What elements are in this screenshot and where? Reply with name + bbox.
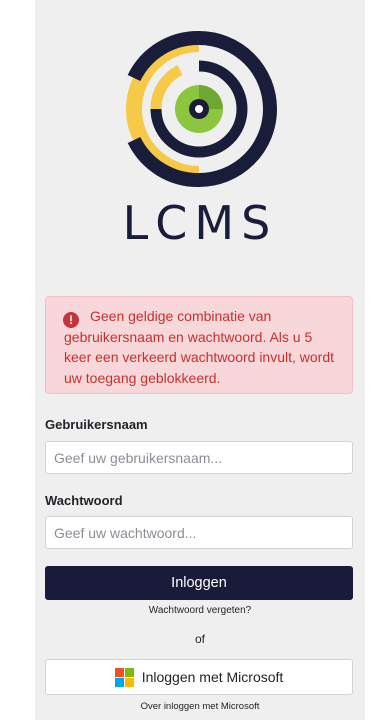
brand-title: LCMS: [122, 196, 278, 250]
forgot-password-link[interactable]: Wachtwoord vergeten?: [35, 605, 365, 616]
username-input[interactable]: [45, 441, 353, 474]
login-button[interactable]: Inloggen: [45, 566, 353, 600]
or-separator: of: [194, 632, 205, 646]
microsoft-login-button[interactable]: Inloggen met Microsoft: [45, 659, 353, 695]
microsoft-login-label: Inloggen met Microsoft: [141, 669, 284, 685]
username-label: Gebruikersnaam: [45, 417, 148, 432]
microsoft-info-link[interactable]: Over inloggen met Microsoft: [35, 701, 365, 712]
password-input[interactable]: [45, 516, 353, 549]
alert-message-line2: gebruikersnaam en wachtwoord. Als u 5 ke…: [64, 328, 335, 386]
lcms-logo-icon: [125, 30, 277, 188]
alert-message-line1: Geen geldige combinatie van: [90, 308, 272, 324]
password-label: Wachtwoord: [45, 493, 123, 508]
exclamation-circle-icon: !: [63, 312, 79, 328]
error-alert: ! Geen geldige combinatie van gebruikers…: [45, 296, 353, 394]
microsoft-logo-icon: [114, 667, 134, 687]
